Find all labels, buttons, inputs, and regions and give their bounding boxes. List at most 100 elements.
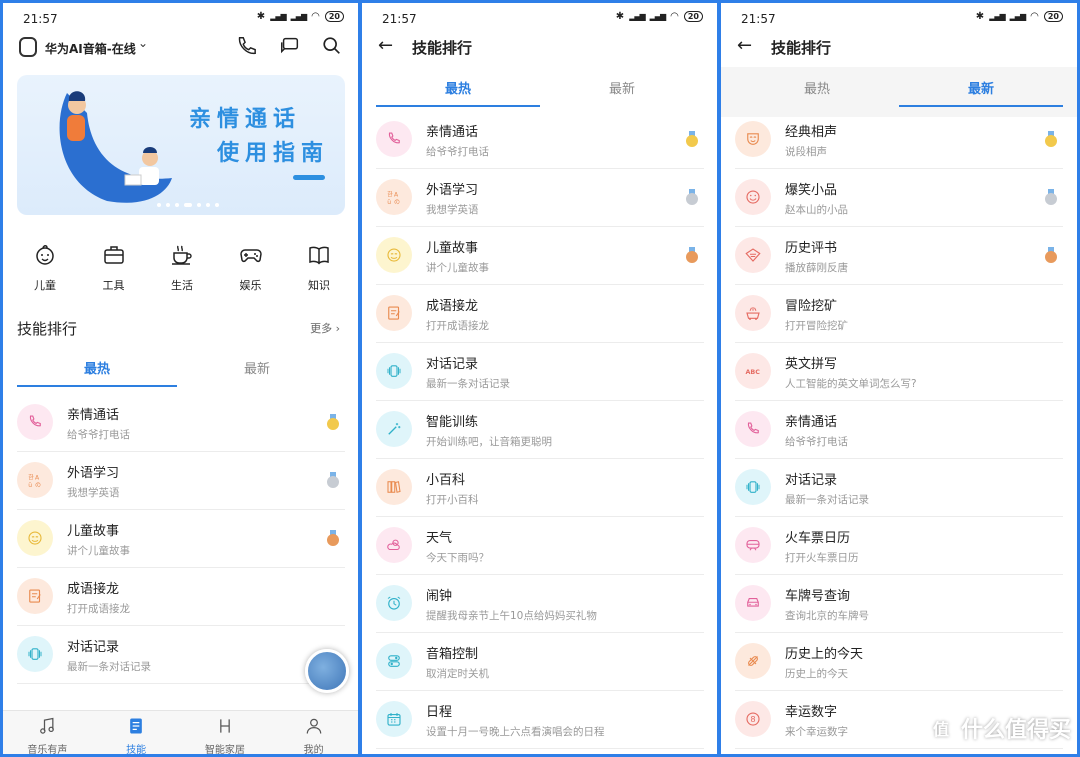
nav-music[interactable]: 音乐有声 xyxy=(3,711,92,754)
bronze-medal-icon xyxy=(327,530,339,546)
home-header: 华为AI音箱-在线 ⌄ xyxy=(3,33,358,65)
gold-medal-icon xyxy=(1045,131,1057,147)
skill-item[interactable]: 智能训练 开始训练吧，让音箱更聪明 xyxy=(376,401,704,459)
skill-title: 智能训练 xyxy=(426,415,479,430)
car-icon xyxy=(747,597,759,607)
skill-subtitle: 给爷爷打电话 xyxy=(785,436,848,448)
skill-avatar: ABC xyxy=(735,353,771,389)
skill-avatar xyxy=(735,527,771,563)
nav-skills[interactable]: 技能 xyxy=(92,711,181,754)
skill-subtitle: 历史上的今天 xyxy=(785,668,848,680)
skill-item[interactable]: 儿童故事 讲个儿童故事 xyxy=(376,227,704,285)
chat-icon[interactable] xyxy=(279,35,301,57)
skill-avatar xyxy=(735,237,771,273)
skill-item[interactable]: 对话记录 最新一条对话记录 xyxy=(735,459,1063,517)
skill-title: 儿童故事 xyxy=(67,524,120,539)
skill-subtitle: 最新一条对话记录 xyxy=(426,378,510,390)
skill-subtitle: 打开火车票日历 xyxy=(785,552,859,564)
skill-item[interactable]: 闹钟 提醒我母亲节上午10点给妈妈买礼物 xyxy=(376,575,704,633)
mine-cart-icon xyxy=(746,307,760,320)
floating-avatar-button[interactable] xyxy=(305,649,349,693)
chevron-down-icon[interactable]: ⌄ xyxy=(138,36,148,50)
ranking-screen-hottest: 21:57 ✱ ▂▄▆ ▂▄▆ ◠ 20 ← 技能排行 最热 最新 亲情通话 给爷爷打电话… xyxy=(362,3,717,754)
skill-subtitle: 查询北京的车牌号 xyxy=(785,610,869,622)
skill-avatar xyxy=(376,237,412,273)
device-selector[interactable]: 华为AI音箱-在线 xyxy=(45,40,136,57)
skill-item[interactable]: 天气 今天下雨吗？ xyxy=(376,517,704,575)
home-screen: 21:57 ✱ ▂▄▆ ▂▄▆ ◠ 20 华为AI音箱-在线 ⌄ 亲情通话 使用指南 儿… xyxy=(3,3,358,754)
skill-item[interactable]: 成语接龙 打开成语接龙 xyxy=(17,568,345,626)
skill-title: 天气 xyxy=(426,531,453,546)
category-knowledge[interactable]: 知识 xyxy=(291,243,347,293)
skill-item[interactable]: 成语接龙 打开成语接龙 xyxy=(376,285,704,343)
skill-title: 历史上的今天 xyxy=(785,647,864,662)
skill-item[interactable]: 火车票日历 打开火车票日历 xyxy=(735,517,1063,575)
category-life[interactable]: 生活 xyxy=(154,243,210,293)
category-label: 工具 xyxy=(102,279,125,292)
skill-title: 亲情通话 xyxy=(67,408,120,423)
skill-item[interactable]: 车牌号查询 查询北京的车牌号 xyxy=(735,575,1063,633)
skill-item[interactable]: 亲情通话 给爷爷打电话 xyxy=(735,401,1063,459)
tab-newest[interactable]: 最新 xyxy=(899,78,1063,107)
svg-text:한: 한 xyxy=(28,474,34,481)
train-icon xyxy=(746,539,760,551)
skill-item[interactable]: 亲情通话 给爷爷打电话 xyxy=(376,111,704,169)
category-entertainment[interactable]: 娱乐 xyxy=(223,243,279,293)
skill-item[interactable]: 小百科 打开小百科 xyxy=(376,459,704,517)
smile-face-icon xyxy=(28,531,42,545)
silver-medal-icon xyxy=(1045,189,1057,205)
skill-item[interactable]: 儿童故事讲个儿童故事 xyxy=(17,510,345,568)
skill-item[interactable]: 历史上的今天 历史上的今天 xyxy=(735,633,1063,691)
tab-hottest[interactable]: 最热 xyxy=(735,78,899,107)
tab-newest[interactable]: 最新 xyxy=(540,78,704,107)
nav-label: 技能 xyxy=(126,745,147,754)
skill-item[interactable]: 冒险挖矿 打开冒险挖矿 xyxy=(735,285,1063,343)
page-header: ← 技能排行 xyxy=(721,33,1077,65)
lucky-number-icon: 8 xyxy=(746,712,760,726)
skill-subtitle: 最新一条对话记录 xyxy=(67,661,151,673)
phone-icon[interactable] xyxy=(235,35,257,57)
wifi-icon: ◠ xyxy=(1030,11,1039,22)
tab-hottest[interactable]: 最热 xyxy=(17,358,177,387)
tab-newest[interactable]: 最新 xyxy=(177,358,337,387)
section-title: 技能排行 xyxy=(17,320,78,338)
skill-subtitle: 赵本山的小品 xyxy=(785,204,848,216)
watermark-text: 什么值得买 xyxy=(960,718,1071,743)
skill-item[interactable]: 对话记录 最新一条对话记录 xyxy=(376,343,704,401)
signal-icon: ▂▄▆ xyxy=(629,12,646,21)
bronze-medal-icon xyxy=(1045,247,1057,263)
skill-item[interactable]: 한 Aü の 外语学习 我想学英语 xyxy=(17,452,345,510)
skill-item[interactable]: 亲情通话 给爷爷打电话 xyxy=(17,394,345,452)
skill-item[interactable]: 对话记录 最新一条对话记录 xyxy=(17,626,345,684)
skill-subtitle: 讲个儿童故事 xyxy=(67,545,130,557)
promo-banner[interactable]: 亲情通话 使用指南 xyxy=(17,75,345,215)
nav-label: 音乐有声 xyxy=(27,745,68,754)
skill-item[interactable]: 音箱控制 取消定时关机 xyxy=(376,633,704,691)
category-label: 儿童 xyxy=(34,279,56,292)
signal-icon: ▂▄▆ xyxy=(989,12,1006,21)
back-arrow-icon[interactable]: ← xyxy=(737,35,752,56)
skill-subtitle: 来个幸运数字 xyxy=(785,726,848,738)
skill-item[interactable]: 历史评书 播放薛刚反唐 xyxy=(735,227,1063,285)
more-link[interactable]: 更多 › xyxy=(310,320,340,336)
search-icon[interactable] xyxy=(321,35,343,57)
category-tools[interactable]: 工具 xyxy=(86,243,142,293)
tab-hottest[interactable]: 最热 xyxy=(376,78,540,107)
nav-mine[interactable]: 我的 xyxy=(269,711,358,754)
skill-item[interactable]: 한 Aü の 外语学习 我想学英语 xyxy=(376,169,704,227)
skill-avatar: 한Aüの xyxy=(376,179,412,215)
magic-wand-icon xyxy=(388,423,401,435)
skill-subtitle: 提醒我母亲节上午10点给妈妈买礼物 xyxy=(426,610,597,622)
skill-item[interactable]: ABC 英文拼写 人工智能的英文单词怎么写? xyxy=(735,343,1063,401)
status-bar: 21:57 ✱ ▂▄▆ ▂▄▆ ◠ 20 xyxy=(362,3,717,33)
back-arrow-icon[interactable]: ← xyxy=(378,35,393,56)
more-label: 更多 xyxy=(310,322,333,335)
skill-subtitle: 我想学英语 xyxy=(67,487,120,499)
skill-item[interactable]: 经典相声 说段相声 xyxy=(735,111,1063,169)
skill-item[interactable]: 日程 设置十月一号晚上六点看演唱会的日程 xyxy=(376,691,704,749)
category-children[interactable]: 儿童 xyxy=(17,243,73,293)
nav-smart-home[interactable]: 智能家居 xyxy=(181,711,270,754)
skill-title: 外语学习 xyxy=(67,466,120,481)
skill-avatar xyxy=(735,295,771,331)
skill-item[interactable]: 爆笑小品 赵本山的小品 xyxy=(735,169,1063,227)
